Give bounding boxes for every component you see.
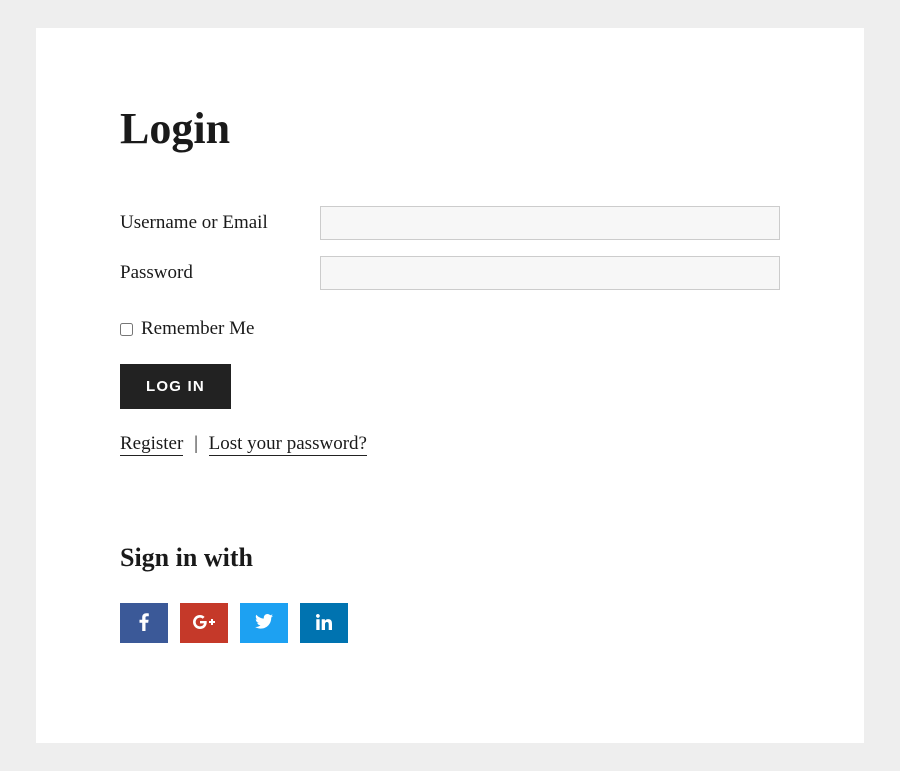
register-link[interactable]: Register (120, 433, 183, 456)
login-button[interactable]: Log In (120, 364, 231, 409)
remember-label: Remember Me (141, 318, 254, 340)
username-row: Username or Email (120, 206, 780, 240)
facebook-icon (139, 613, 149, 634)
username-label: Username or Email (120, 212, 320, 234)
login-card: Login Username or Email Password Remembe… (36, 28, 864, 743)
google-plus-icon (193, 615, 215, 632)
social-title: Sign in with (120, 543, 780, 573)
lost-password-link[interactable]: Lost your password? (209, 433, 367, 456)
remember-row: Remember Me (120, 318, 780, 340)
password-input[interactable] (320, 256, 780, 290)
linkedin-icon (316, 614, 332, 633)
username-input[interactable] (320, 206, 780, 240)
page-title: Login (120, 103, 780, 154)
password-label: Password (120, 262, 320, 284)
linkedin-button[interactable] (300, 603, 348, 643)
social-row (120, 603, 780, 643)
links-separator: | (194, 433, 198, 454)
twitter-button[interactable] (240, 603, 288, 643)
google-plus-button[interactable] (180, 603, 228, 643)
password-row: Password (120, 256, 780, 290)
twitter-icon (255, 614, 273, 632)
links-row: Register | Lost your password? (120, 433, 780, 455)
facebook-button[interactable] (120, 603, 168, 643)
remember-checkbox[interactable] (120, 323, 133, 336)
